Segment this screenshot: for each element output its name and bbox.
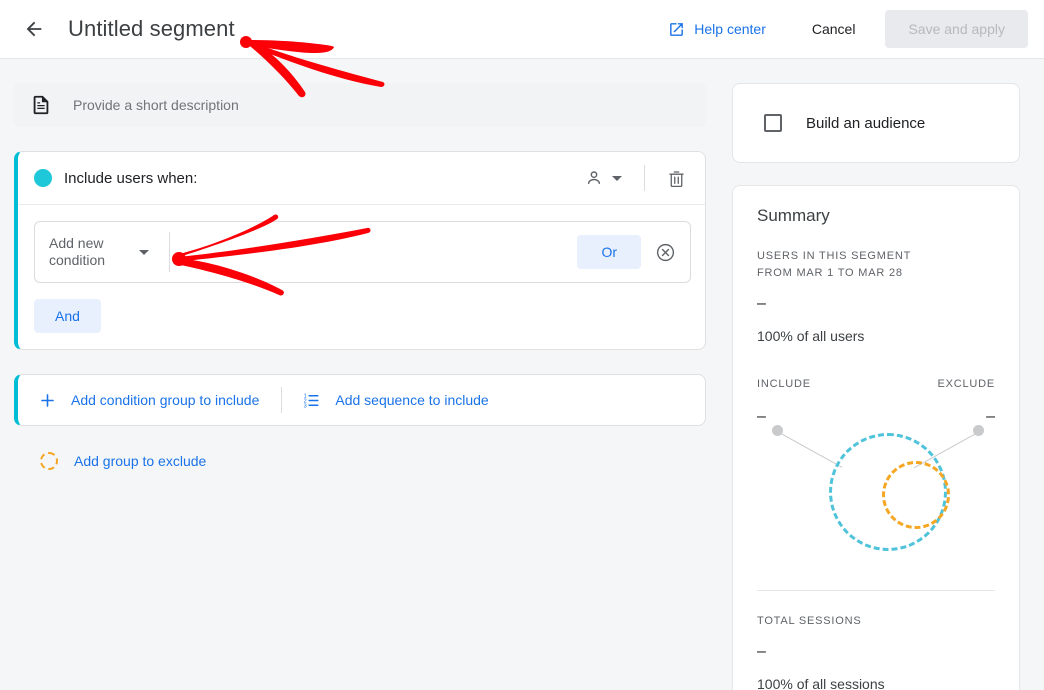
include-indicator-dot <box>34 169 52 187</box>
build-audience-label: Build an audience <box>806 115 925 132</box>
add-new-condition-label: Add new condition <box>49 235 129 269</box>
add-group-card: Add condition group to include 1 2 3 Add… <box>14 374 706 426</box>
segment-description-field[interactable]: Provide a short description <box>14 83 706 127</box>
add-new-condition-dropdown[interactable]: Add new condition <box>35 222 169 282</box>
sessions-metric-value: – <box>757 644 995 660</box>
include-card-header: Include users when: <box>18 152 705 205</box>
plus-icon <box>38 391 57 410</box>
segment-description-placeholder: Provide a short description <box>73 97 239 113</box>
build-audience-card[interactable]: Build an audience <box>732 83 1020 163</box>
scope-selector[interactable] <box>578 162 628 194</box>
condition-separator <box>169 232 170 272</box>
description-document-icon <box>30 94 52 116</box>
checkbox-unchecked-icon[interactable] <box>764 114 782 132</box>
add-sequence-button[interactable]: 1 2 3 Add sequence to include <box>302 391 488 410</box>
right-side-panel: Build an audience Summary USERS IN THIS … <box>720 59 1044 690</box>
summary-card: Summary USERS IN THIS SEGMENT FROM MAR 1… <box>732 185 1020 690</box>
page-title[interactable]: Untitled segment <box>68 16 235 42</box>
include-label: INCLUDE <box>757 376 811 393</box>
person-icon <box>584 168 604 188</box>
and-button[interactable]: And <box>34 299 101 333</box>
ordered-list-icon: 1 2 3 <box>302 391 321 410</box>
condition-row: Add new condition Or <box>34 221 691 283</box>
users-metric-label-line1: USERS IN THIS SEGMENT <box>757 248 995 265</box>
summary-divider <box>757 590 995 591</box>
sessions-metric-label: TOTAL SESSIONS <box>757 613 995 630</box>
segment-definition-panel: Provide a short description Include user… <box>0 59 720 690</box>
venn-include-connector <box>781 433 843 468</box>
sessions-metric-percent: 100% of all sessions <box>757 676 995 690</box>
add-condition-group-button[interactable]: Add condition group to include <box>38 391 259 410</box>
cancel-button[interactable]: Cancel <box>800 12 868 46</box>
save-and-apply-button[interactable]: Save and apply <box>885 10 1028 48</box>
remove-condition-button[interactable] <box>655 242 676 263</box>
include-users-label: Include users when: <box>64 170 197 187</box>
trash-icon <box>666 168 687 189</box>
users-metric-percent: 100% of all users <box>757 328 995 344</box>
help-center-link[interactable]: Help center <box>660 15 774 44</box>
svg-text:3: 3 <box>304 403 307 409</box>
venn-diagram <box>757 419 995 574</box>
add-sequence-label: Add sequence to include <box>335 392 488 408</box>
summary-title: Summary <box>757 206 995 226</box>
chevron-down-icon <box>612 176 622 181</box>
segment-builder-page: Untitled segment Help center Cancel Save… <box>0 0 1044 690</box>
or-button[interactable]: Or <box>577 235 641 269</box>
condition-body: Add new condition Or And <box>18 205 705 349</box>
add-condition-group-label: Add condition group to include <box>71 392 259 408</box>
include-users-card: Include users when: <box>14 151 706 350</box>
delete-include-group-button[interactable] <box>661 163 691 193</box>
include-exclude-labels: INCLUDE EXCLUDE <box>757 376 995 393</box>
users-metric-label-line2: FROM MAR 1 TO MAR 28 <box>757 265 995 282</box>
help-center-label: Help center <box>694 21 766 37</box>
header-divider <box>644 165 645 191</box>
top-app-bar: Untitled segment Help center Cancel Save… <box>0 0 1044 59</box>
sessions-metric: TOTAL SESSIONS – 100% of all sessions <box>757 613 995 690</box>
caret-down-icon <box>139 250 149 255</box>
add-group-divider <box>281 387 282 413</box>
back-button[interactable] <box>14 9 54 49</box>
add-group-to-exclude-label: Add group to exclude <box>74 453 206 469</box>
remove-circle-icon <box>655 242 676 263</box>
users-metric-value: – <box>757 296 995 312</box>
add-group-to-exclude-button[interactable]: Add group to exclude <box>40 452 206 470</box>
arrow-left-icon <box>23 18 45 40</box>
venn-exclude-circle <box>882 461 950 529</box>
open-in-new-icon <box>668 21 685 38</box>
exclude-label: EXCLUDE <box>937 376 995 393</box>
dashed-circle-icon <box>40 452 58 470</box>
